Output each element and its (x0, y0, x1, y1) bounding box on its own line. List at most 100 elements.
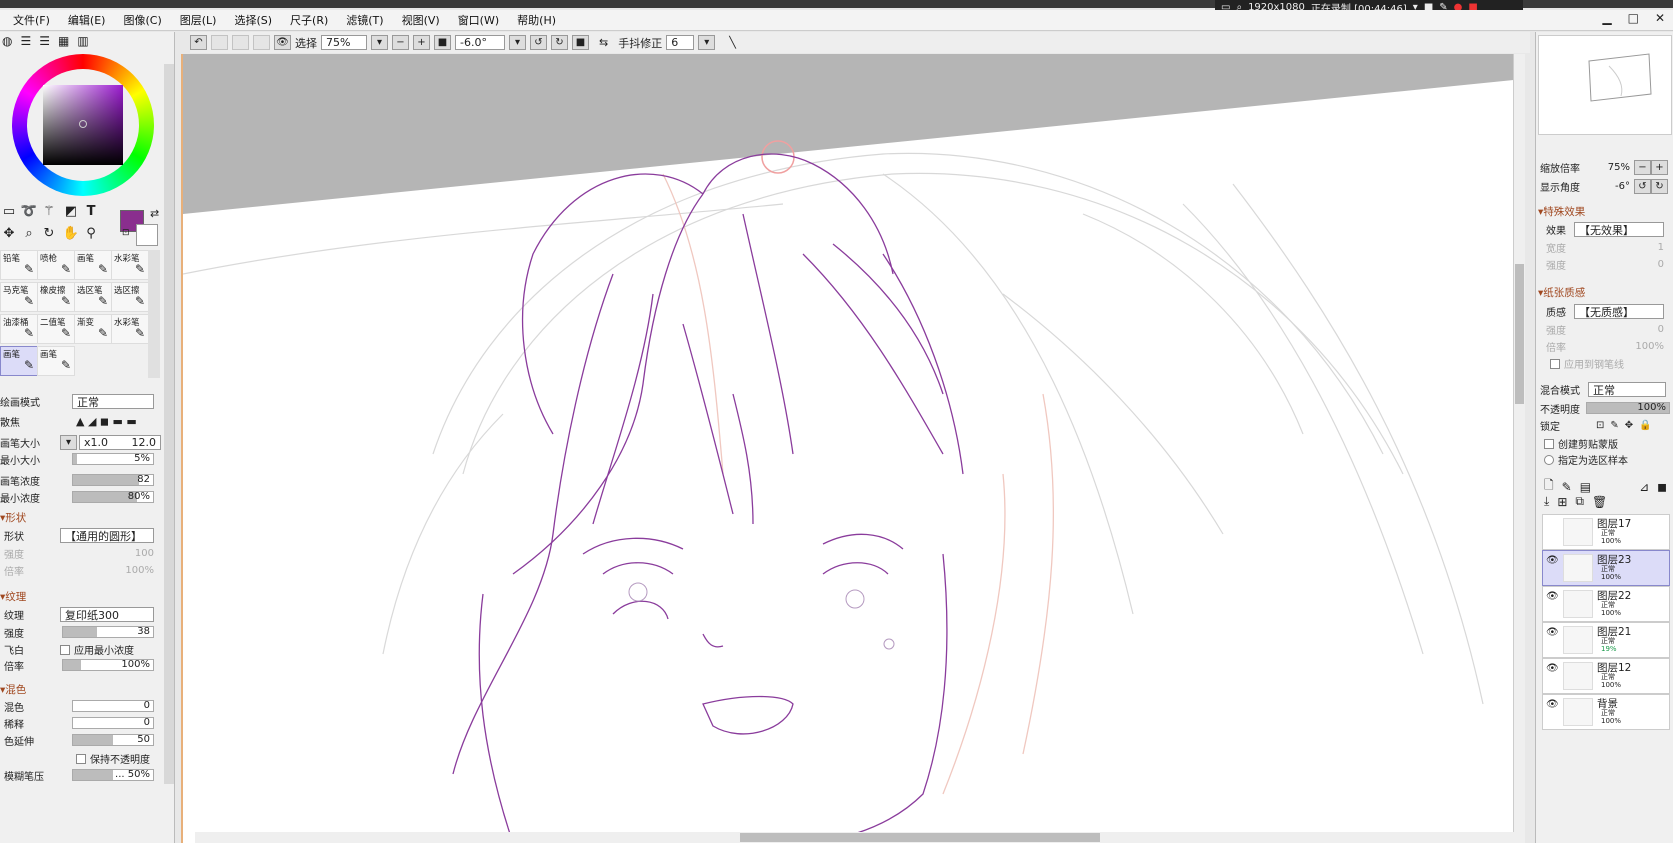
menu-ruler[interactable]: 尺子(R) (281, 12, 337, 28)
layer-item[interactable]: 图层17 正常 100% (1542, 514, 1670, 550)
brush-slot[interactable]: 画笔 ✎ (0, 346, 38, 376)
lock-paint-icon[interactable]: ✎ (1610, 420, 1618, 431)
hand-icon[interactable]: ✋ (62, 224, 80, 242)
zoom-reset-icon[interactable]: ■ (434, 35, 451, 50)
horizontal-scroll-thumb[interactable] (740, 833, 1100, 842)
brush-slot[interactable]: 画笔 ✎ (37, 346, 75, 376)
zoom-select[interactable]: 75% (321, 35, 367, 50)
angle-select[interactable]: -6.0° (455, 35, 505, 50)
layer-item[interactable]: 👁 图层12 正常 100% (1542, 658, 1670, 694)
angle-dropdown-icon[interactable]: ▾ (509, 35, 526, 50)
brush-slot[interactable]: 画笔 ✎ (74, 250, 112, 280)
texture-select[interactable]: 复印纸300 (60, 607, 154, 622)
vertical-scroll-thumb[interactable] (1515, 264, 1524, 404)
sub-color-swatch[interactable] (136, 224, 158, 246)
color-wheel-tab-icon[interactable]: ◍ (2, 34, 12, 48)
color-wheel[interactable] (12, 54, 154, 196)
dilute-slider[interactable]: 0 (72, 717, 154, 729)
menu-view[interactable]: 视图(V) (393, 12, 449, 28)
edge-shapes[interactable]: ▲ ◢ ◼ ▬ ▬ (76, 415, 137, 428)
scratchpad-tab-icon[interactable]: ▥ (77, 34, 88, 48)
left-panel-scrollbar[interactable] (164, 64, 174, 784)
brush-slot[interactable]: 选区笔 ✎ (74, 282, 112, 312)
color-picker-cursor[interactable] (79, 120, 87, 128)
deselect-icon[interactable] (232, 35, 249, 50)
size-dropdown-icon[interactable]: ▾ (60, 435, 77, 450)
clip-checkbox[interactable] (1544, 438, 1554, 449)
fill-icon[interactable]: ◩ (62, 202, 80, 220)
invert-select-icon[interactable] (253, 35, 270, 50)
texture-scale-slider[interactable]: 100% (62, 659, 154, 671)
horizontal-scrollbar[interactable] (195, 832, 1515, 843)
new-linework-icon[interactable]: ✎ (1562, 480, 1572, 494)
rotate-left-icon[interactable]: ↺ (530, 35, 547, 50)
line-icon[interactable]: ╲ (729, 36, 736, 49)
eyedropper-icon[interactable]: ⚲ (82, 224, 100, 242)
mix-section-header[interactable]: ▾ 混色 (0, 682, 26, 697)
close-window-icon[interactable]: ✕ (1655, 11, 1665, 25)
swap-color-icon[interactable]: ⇄ (150, 207, 159, 220)
rotate-right-icon[interactable]: ↻ (551, 35, 568, 50)
rgb-slider-tab-icon[interactable]: ☰ (20, 34, 31, 48)
brush-slot[interactable]: 二值笔 ✎ (37, 314, 75, 344)
swatch-tab-icon[interactable]: ▦ (58, 34, 69, 48)
brush-slot[interactable]: 渐变 ✎ (74, 314, 112, 344)
blend-select[interactable]: 正常 (1588, 382, 1666, 397)
stabilizer-dropdown-icon[interactable]: ▾ (698, 35, 716, 50)
nav-zoom-in-icon[interactable]: + (1651, 160, 1668, 175)
opacity-slider[interactable]: 100% (1586, 402, 1670, 414)
brush-slot[interactable]: 马克笔 ✎ (0, 282, 38, 312)
brush-grid-scrollbar[interactable] (148, 250, 160, 378)
keep-opacity-checkbox[interactable] (76, 753, 86, 764)
undo-icon[interactable]: ↶ (190, 35, 207, 50)
text-icon[interactable]: T (82, 202, 100, 220)
menu-edit[interactable]: 编辑(E) (59, 12, 115, 28)
transfer-layer-icon[interactable]: ⊿ (1639, 480, 1649, 494)
texture-section-header[interactable]: ▾ 纹理 (0, 589, 26, 604)
copy-layer-icon[interactable]: ⧉ (1575, 494, 1584, 509)
layer-item[interactable]: 👁 背景 正常 100% (1542, 694, 1670, 730)
min-size-slider[interactable]: 5% (72, 453, 154, 465)
brush-slot[interactable]: 铅笔 ✎ (0, 250, 38, 280)
blur-pressure-slider[interactable]: ... 50% (72, 769, 154, 781)
brush-slot[interactable]: 油漆桶 ✎ (0, 314, 38, 344)
zoom-tool-icon[interactable]: ⌕ (20, 224, 38, 242)
density-slider[interactable]: 82 (72, 474, 154, 486)
paper-texture-select[interactable]: 【无质感】 (1574, 304, 1664, 319)
menu-help[interactable]: 帮助(H) (508, 12, 565, 28)
delete-layer-icon[interactable]: 🗑 (1592, 495, 1607, 509)
artwork-canvas[interactable] (183, 54, 1521, 843)
apply-min-density-checkbox[interactable] (60, 644, 70, 655)
layer-item[interactable]: 👁 图层22 正常 100% (1542, 586, 1670, 622)
shape-select[interactable]: 【通用的圆形】 (60, 528, 154, 543)
rect-select-icon[interactable]: ▭ (0, 202, 18, 220)
lock-move-icon[interactable]: ✥ (1625, 420, 1633, 431)
minimize-icon[interactable]: ▁ (1602, 11, 1611, 25)
brush-size-input[interactable]: x1.0 12.0 (79, 435, 161, 450)
layer-visibility-icon[interactable]: 👁 (1546, 627, 1559, 638)
layer-visibility-icon[interactable]: 👁 (1546, 555, 1559, 566)
effect-select[interactable]: 【无效果】 (1574, 222, 1664, 237)
menu-select[interactable]: 选择(S) (225, 12, 281, 28)
add-layer-icon[interactable]: ⊞ (1557, 495, 1567, 509)
layer-visibility-icon[interactable]: 👁 (1546, 699, 1559, 710)
show-selection-icon[interactable]: 👁 (274, 35, 291, 50)
lock-transparency-icon[interactable]: ⊡ (1596, 420, 1604, 431)
brush-slot[interactable]: 水彩笔 ✎ (111, 250, 149, 280)
shape-section-header[interactable]: ▾ 形状 (0, 510, 26, 525)
draw-mode-select[interactable]: 正常 (72, 394, 154, 409)
layer-mask-icon[interactable]: ◼ (1657, 480, 1667, 494)
stabilizer-select[interactable]: 6 (666, 35, 695, 50)
layer-item[interactable]: 👁 图层23 正常 100% (1542, 550, 1670, 586)
navigator-preview[interactable] (1538, 35, 1672, 135)
brush-slot[interactable]: 橡皮擦 ✎ (37, 282, 75, 312)
merge-down-icon[interactable]: ⤓ (1544, 494, 1549, 509)
vertical-scrollbar[interactable] (1513, 54, 1525, 843)
nav-rotate-left-icon[interactable]: ↺ (1634, 179, 1651, 194)
nav-rotate-right-icon[interactable]: ↻ (1651, 179, 1668, 194)
apply-line-checkbox[interactable] (1550, 358, 1560, 369)
zoom-in-icon[interactable]: + (413, 35, 430, 50)
zoom-out-icon[interactable]: − (392, 35, 409, 50)
nav-zoom-out-icon[interactable]: − (1634, 160, 1651, 175)
rotate-tool-icon[interactable]: ↻ (40, 224, 58, 242)
